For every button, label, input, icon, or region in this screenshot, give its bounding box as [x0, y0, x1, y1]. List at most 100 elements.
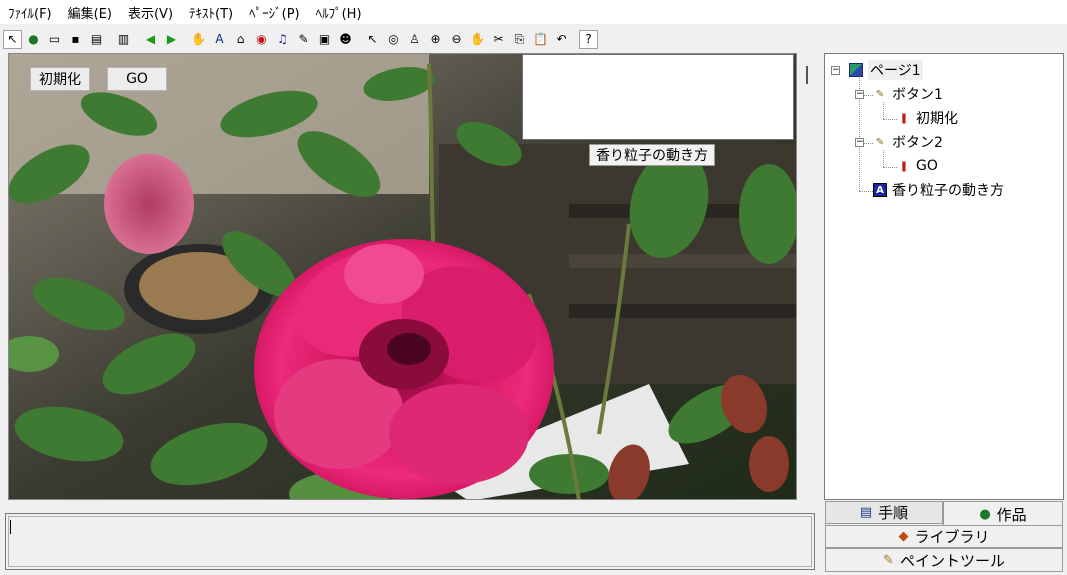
- stamp-icon: ♙: [409, 32, 420, 46]
- tree-item-text[interactable]: A 香り粒子の動き方: [873, 180, 1004, 200]
- zoom-out-icon: ⊖: [451, 32, 462, 46]
- open-folder-icon: ▭: [48, 32, 61, 46]
- undo-icon: ↶: [556, 32, 567, 46]
- tab-procedure[interactable]: ▤ 手順: [825, 501, 943, 524]
- help-button[interactable]: ?: [579, 29, 598, 49]
- pen-icon: ✎: [298, 32, 309, 46]
- tree-item-label: ボタン2: [892, 135, 943, 151]
- button-object-icon: ✎: [875, 136, 885, 148]
- book-icon: ▤: [859, 505, 873, 520]
- pointer-small-button[interactable]: ↖: [3, 29, 22, 49]
- undo-button[interactable]: ↶: [552, 30, 571, 49]
- copy-button[interactable]: ⎘: [510, 30, 529, 49]
- stage-canvas[interactable]: 初期化 GO 香り粒子の動き方: [8, 53, 797, 500]
- action-icon: ❚: [899, 112, 909, 124]
- tab-label: 手順: [878, 504, 909, 522]
- paste-button[interactable]: 📋: [531, 30, 550, 49]
- cut-button[interactable]: ✂: [489, 30, 508, 49]
- copy-icon: ⎘: [514, 32, 525, 46]
- print-icon: ▤: [90, 32, 103, 46]
- stop-hand-icon: ✋: [470, 32, 485, 46]
- go-button[interactable]: GO: [107, 67, 167, 91]
- library-icon: ◆: [898, 529, 909, 544]
- tree-item-button1[interactable]: ✎ ボタン1: [873, 84, 943, 104]
- menu-edit[interactable]: 編集(E): [60, 3, 120, 22]
- stop-hand-button[interactable]: ✋: [468, 30, 487, 49]
- tab-library[interactable]: ◆ ライブラリ: [825, 525, 1063, 548]
- toolbar: ↖ ● ▭ ▪ ▤ ▥ ◀ ▶ ✋ A ⌂ ◉ ♫ ✎ ▣ ☻ ↖ ◎ ♙ ⊕ ⊖ ✋ ✂ ⎘ 📋 ↶?: [0, 26, 1067, 52]
- menu-help[interactable]: ﾍﾙﾌﾟ(H): [308, 3, 370, 22]
- view-eye-icon: ◎: [388, 32, 399, 46]
- eye-button[interactable]: ◉: [252, 30, 271, 49]
- tree-item-label: ボタン1: [892, 87, 943, 103]
- sprite-button[interactable]: ☻: [336, 30, 355, 49]
- tree-line: [859, 191, 873, 192]
- hand-icon: ✋: [191, 32, 206, 46]
- text-caret: [10, 520, 11, 534]
- tree-item-label: 初期化: [916, 111, 958, 127]
- globe-icon: ●: [979, 506, 991, 522]
- tree-item-label: ページ1: [868, 60, 923, 80]
- display-box: [522, 54, 794, 140]
- help-icon: ?: [585, 32, 592, 46]
- menu-bar: ﾌｧｲﾙ(F) 編集(E) 表示(V) ﾃｷｽﾄ(T) ﾍﾟｰｼﾞ(P) ﾍﾙﾌ…: [0, 0, 1067, 24]
- zoom-in-icon: ⊕: [430, 32, 441, 46]
- menu-text[interactable]: ﾃｷｽﾄ(T): [181, 3, 241, 22]
- paste-icon: 📋: [533, 32, 548, 46]
- eye-icon: ◉: [256, 32, 267, 46]
- globe-button[interactable]: ●: [24, 30, 43, 49]
- pointer-small-icon: ↖: [7, 32, 18, 46]
- grid-icon: ▥: [117, 32, 130, 46]
- text-a-button[interactable]: A: [210, 30, 229, 49]
- tree-item-button2[interactable]: ✎ ボタン2: [873, 132, 943, 152]
- tree-item-page[interactable]: ページ1: [849, 60, 923, 80]
- print-button[interactable]: ▤: [87, 30, 106, 49]
- zoom-out-button[interactable]: ⊖: [447, 30, 466, 49]
- cut-icon: ✂: [493, 32, 504, 46]
- stamp-button[interactable]: ♙: [405, 30, 424, 49]
- tree-item-button2-action[interactable]: ❚ GO: [897, 156, 938, 176]
- save-button[interactable]: ▪: [66, 30, 85, 49]
- cursor-icon: ↖: [367, 32, 378, 46]
- tree-line: [883, 167, 897, 168]
- object-tree: − − − ページ1 ✎ ボタン1 ❚ 初期化 ✎ ボタン2 ❚ GO A 香り…: [824, 53, 1064, 500]
- hand-button[interactable]: ✋: [189, 30, 208, 49]
- view-eye-button[interactable]: ◎: [384, 30, 403, 49]
- tree-collapse-toggle[interactable]: −: [831, 66, 840, 75]
- message-area-inner: [8, 516, 812, 567]
- arrow-right-button[interactable]: ▶: [162, 30, 181, 49]
- save-icon: ▪: [71, 32, 80, 46]
- tab-paint-tool[interactable]: ✎ ペイントツール: [825, 548, 1063, 572]
- button-tool-button[interactable]: ⌂: [231, 30, 250, 49]
- tab-label: ペイントツール: [899, 551, 1005, 570]
- tree-line: [883, 150, 884, 167]
- tree-item-button1-action[interactable]: ❚ 初期化: [897, 108, 958, 128]
- menu-file[interactable]: ﾌｧｲﾙ(F): [0, 3, 60, 22]
- menu-page[interactable]: ﾍﾟｰｼﾞ(P): [241, 3, 307, 22]
- music-button[interactable]: ♫: [273, 30, 292, 49]
- action-icon: ❚: [899, 160, 909, 172]
- grid-button[interactable]: ▥: [114, 30, 133, 49]
- reset-button[interactable]: 初期化: [30, 67, 90, 91]
- menu-view[interactable]: 表示(V): [120, 3, 181, 22]
- tab-label: ライブラリ: [914, 528, 990, 546]
- tree-item-label: GO: [916, 158, 938, 174]
- tree-line: [883, 102, 884, 119]
- button-object-icon: ✎: [875, 88, 885, 100]
- message-area[interactable]: [5, 513, 815, 570]
- arrow-left-button[interactable]: ◀: [141, 30, 160, 49]
- movie-button[interactable]: ▣: [315, 30, 334, 49]
- tree-collapse-toggle[interactable]: −: [855, 90, 864, 99]
- canvas-scroll-marker: [806, 66, 808, 84]
- pen-button[interactable]: ✎: [294, 30, 313, 49]
- sprite-icon: ☻: [339, 32, 352, 46]
- open-folder-button[interactable]: ▭: [45, 30, 64, 49]
- tab-work[interactable]: ● 作品: [943, 501, 1063, 526]
- tree-collapse-toggle[interactable]: −: [855, 138, 864, 147]
- cursor-button[interactable]: ↖: [363, 30, 382, 49]
- zoom-in-button[interactable]: ⊕: [426, 30, 445, 49]
- caption-label: 香り粒子の動き方: [589, 144, 715, 166]
- movie-icon: ▣: [318, 32, 331, 46]
- tree-line: [883, 119, 897, 120]
- text-a-icon: A: [215, 32, 224, 46]
